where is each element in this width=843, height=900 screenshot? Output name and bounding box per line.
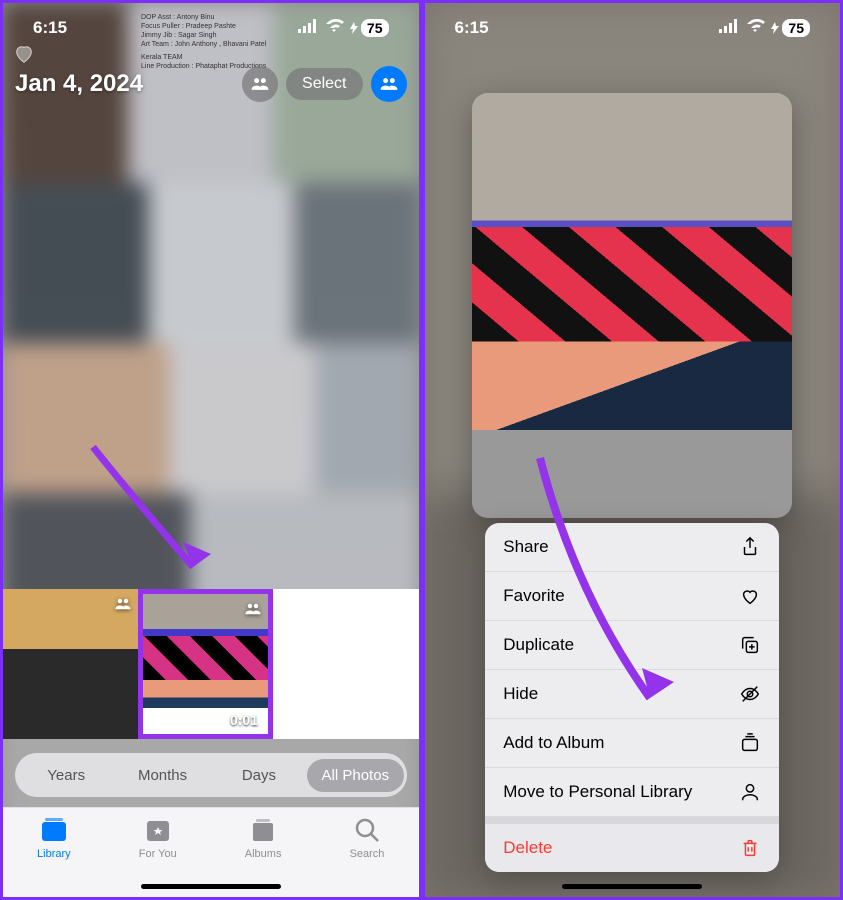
thumbnail-car[interactable] — [3, 589, 138, 739]
share-icon — [739, 536, 761, 558]
menu-duplicate[interactable]: Duplicate — [485, 621, 779, 670]
menu-label: Duplicate — [503, 635, 574, 655]
tab-label: Library — [37, 848, 71, 860]
view-tab-days[interactable]: Days — [211, 759, 307, 792]
tab-label: Search — [350, 848, 385, 860]
menu-share[interactable]: Share — [485, 523, 779, 572]
phone-right: 6:15 75 Share Favorite Duplicate — [425, 3, 841, 897]
preview-image — [472, 93, 792, 518]
tab-label: For You — [139, 848, 177, 860]
wifi-icon — [324, 18, 344, 38]
cellular-icon — [298, 18, 318, 38]
thumbnail-highlighted[interactable]: 0:01 — [138, 589, 273, 739]
menu-label: Hide — [503, 684, 538, 704]
shared-library-filter[interactable] — [371, 66, 407, 102]
menu-label: Add to Album — [503, 733, 604, 753]
eye-slash-icon — [739, 683, 761, 705]
status-bar: 6:15 75 — [3, 3, 419, 53]
shared-badge-icon — [244, 600, 262, 623]
menu-move-personal[interactable]: Move to Personal Library — [485, 768, 779, 817]
menu-add-to-album[interactable]: Add to Album — [485, 719, 779, 768]
view-mode-segmented: Years Months Days All Photos — [15, 753, 407, 797]
select-button[interactable]: Select — [286, 68, 362, 100]
view-tab-years[interactable]: Years — [18, 759, 114, 792]
status-time: 6:15 — [33, 18, 67, 38]
menu-divider — [485, 817, 779, 824]
date-heading: Jan 4, 2024 — [15, 70, 143, 98]
battery-indicator: 75 — [350, 19, 389, 37]
recent-thumbnails-row: 0:01 — [3, 589, 419, 739]
view-tab-months[interactable]: Months — [114, 759, 210, 792]
menu-label: Favorite — [503, 586, 564, 606]
shared-badge-icon — [114, 595, 132, 618]
menu-label: Delete — [503, 838, 552, 858]
battery-indicator: 75 — [771, 19, 810, 37]
menu-favorite[interactable]: Favorite — [485, 572, 779, 621]
menu-label: Share — [503, 537, 548, 557]
tab-label: Albums — [245, 848, 282, 860]
video-duration: 0:01 — [230, 712, 258, 728]
library-header: Jan 4, 2024 Select — [3, 58, 419, 110]
menu-hide[interactable]: Hide — [485, 670, 779, 719]
shared-library-toggle[interactable] — [242, 66, 278, 102]
menu-label: Move to Personal Library — [503, 782, 692, 802]
home-indicator[interactable] — [562, 884, 702, 889]
menu-delete[interactable]: Delete — [485, 824, 779, 872]
phone-left: DOP Asst : Antony Binu Focus Puller : Pr… — [3, 3, 419, 897]
duplicate-icon — [739, 634, 761, 656]
trash-icon — [739, 837, 761, 859]
album-icon — [739, 732, 761, 754]
cellular-icon — [719, 18, 739, 38]
photo-preview[interactable] — [472, 93, 792, 518]
person-icon — [739, 781, 761, 803]
wifi-icon — [745, 18, 765, 38]
status-time: 6:15 — [455, 18, 489, 38]
home-indicator[interactable] — [141, 884, 281, 889]
heart-icon — [739, 585, 761, 607]
select-label: Select — [302, 75, 346, 93]
tab-search[interactable]: Search — [350, 816, 385, 897]
context-menu: Share Favorite Duplicate Hide Add to Alb… — [485, 523, 779, 872]
tab-library[interactable]: Library — [37, 816, 71, 897]
status-bar: 6:15 75 — [425, 3, 841, 53]
view-tab-all-photos[interactable]: All Photos — [307, 759, 403, 792]
